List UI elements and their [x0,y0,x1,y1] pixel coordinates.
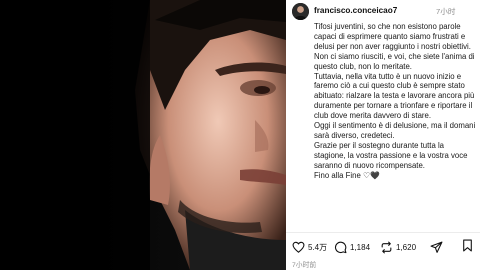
action-bar: 5.4万 1,184 1,620 [286,238,480,256]
like-button[interactable]: 5.4万 [292,238,327,256]
post-photo[interactable] [0,0,286,270]
comment-icon [334,241,347,253]
heart-icon [292,241,305,253]
likes-count: 5.4万 [308,242,328,252]
caption-emoji: ♡🖤 [362,170,380,180]
caption-paragraph: Tuttavia, nella vita tutto è un nuovo in… [314,71,475,121]
post-timestamp: 7小时前 [292,262,317,269]
repost-icon [381,241,392,253]
caption-paragraph: Tifosi juventini, so che non esistono pa… [314,22,471,51]
caption-paragraph-last: Fino alla Fine ♡🖤 [314,171,476,181]
caption-paragraph: Grazie per il sostegno durante tutta la … [314,140,468,170]
instagram-post-view: francisco.conceicao7 7小时 Tifosi juventin… [0,0,480,270]
comments-count: 1,184 [350,242,371,252]
avatar-image [292,3,309,20]
save-button[interactable] [462,239,473,257]
divider [286,232,480,233]
share-button[interactable] [430,238,443,256]
repost-button[interactable]: 1,620 [380,238,416,256]
username-link[interactable]: francisco.conceicao7 [314,6,397,15]
bookmark-icon [463,239,472,252]
avatar[interactable] [292,3,309,20]
post-side-panel: francisco.conceicao7 7小时 Tifosi juventin… [286,0,480,270]
reposts-count: 1,620 [396,242,417,252]
caption-paragraph: Non ci siamo riusciti, e voi, che siete … [314,51,475,71]
comment-button[interactable]: 1,184 [334,238,370,256]
caption-last-text: Fino alla Fine [314,170,361,180]
post-header: francisco.conceicao7 7小时 [286,0,480,22]
caption-paragraph: Oggi il sentimento è di delusione, ma il… [314,121,476,140]
post-caption: Tifosi juventini, so che non esistono pa… [314,22,476,232]
post-time: 7小时 [436,7,456,16]
share-icon [430,241,443,253]
player-portrait-image [0,0,286,270]
